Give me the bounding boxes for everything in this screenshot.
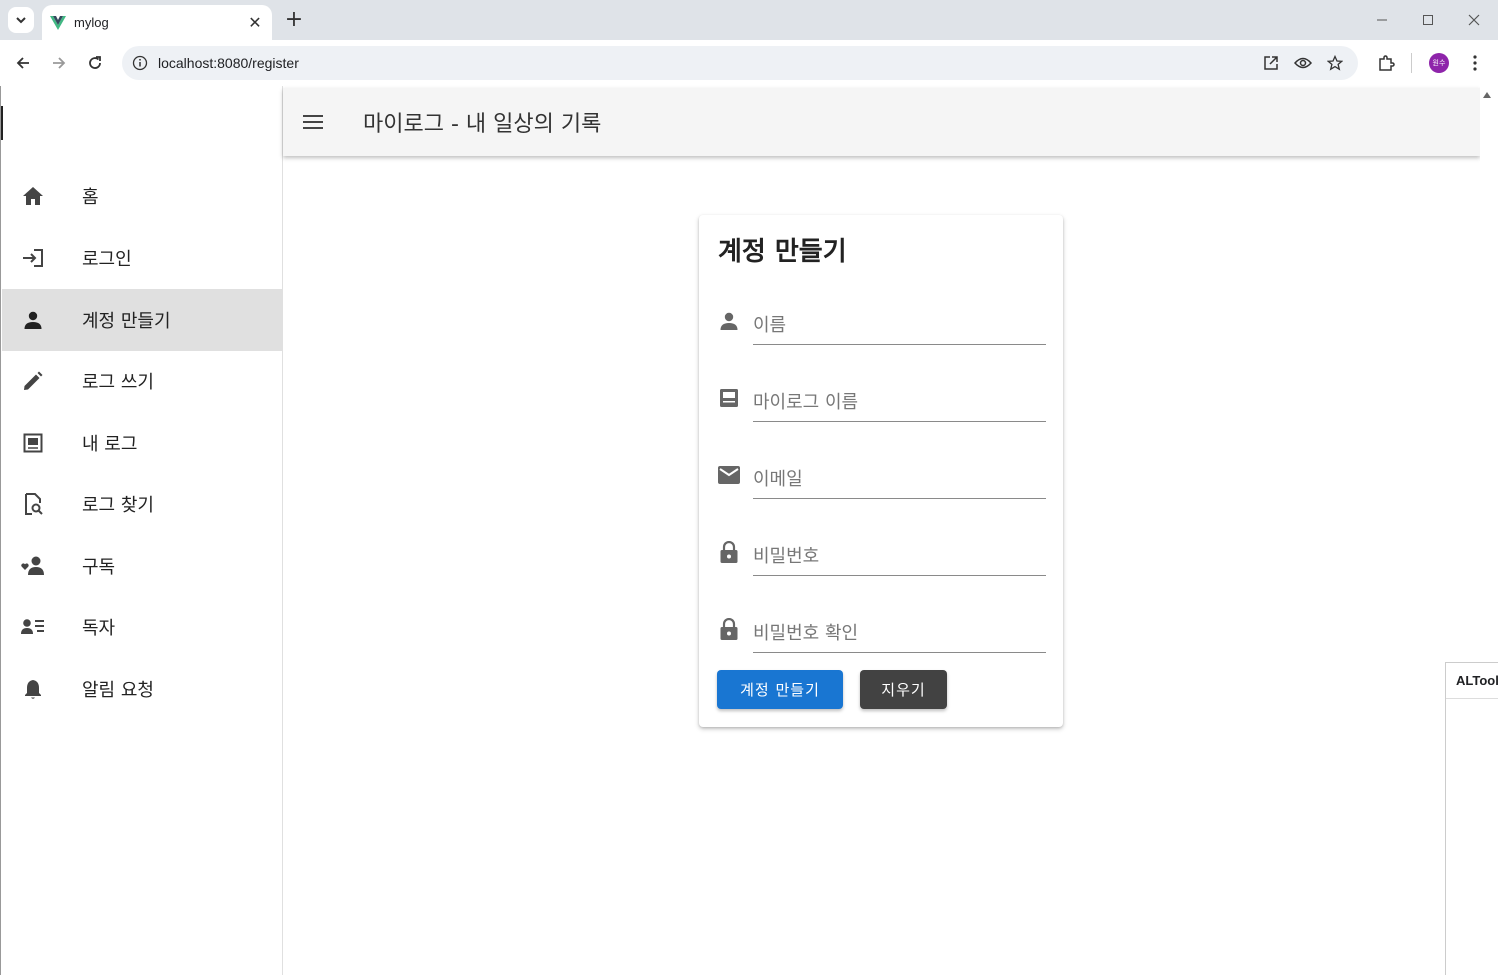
sidebar-item-home[interactable]: 홈 (2, 165, 283, 227)
sidebar-item-label: 독자 (82, 618, 116, 639)
reload-button[interactable] (83, 51, 107, 75)
url-text[interactable]: localhost:8080/register (158, 55, 299, 71)
person-icon (717, 309, 741, 333)
pencil-icon (21, 369, 45, 393)
maximize-button[interactable] (1416, 8, 1440, 32)
sidebar-item-label: 로그 쓰기 (82, 372, 154, 393)
mail-icon (717, 463, 741, 487)
tab-search-button[interactable] (8, 7, 34, 33)
maximize-icon (1423, 15, 1433, 25)
vue-logo-icon (50, 15, 66, 30)
form-title: 계정 만들기 (718, 237, 847, 267)
hamburger-menu-icon (303, 115, 323, 129)
tab-strip: mylog ✕ + (0, 0, 1498, 40)
browser-tab[interactable]: mylog ✕ (42, 5, 272, 40)
toolbar-separator (1411, 53, 1412, 73)
external-link-icon (1264, 56, 1278, 70)
sidebar-item-write-log[interactable]: 로그 쓰기 (2, 350, 283, 412)
favorite-person-icon (21, 554, 45, 578)
clear-button[interactable]: 지우기 (860, 670, 947, 709)
blog-name-input[interactable] (753, 374, 1046, 422)
close-window-button[interactable] (1462, 8, 1486, 32)
name-field (717, 297, 1047, 345)
close-icon (1468, 14, 1480, 26)
forward-button[interactable] (47, 51, 71, 75)
email-input[interactable] (753, 451, 1046, 499)
view-button[interactable] (1291, 51, 1315, 75)
sidebar-item-label: 홈 (82, 187, 99, 208)
lock-icon (717, 540, 741, 564)
bookmark-button[interactable] (1323, 51, 1347, 75)
home-icon (21, 184, 45, 208)
menu-button[interactable] (301, 110, 325, 134)
chevron-down-icon (16, 17, 26, 24)
new-tab-button[interactable]: + (282, 8, 306, 32)
sidebar-item-readers[interactable]: 독자 (2, 596, 283, 658)
star-icon (1327, 55, 1343, 71)
sidebar-item-register[interactable]: 계정 만들기 (2, 289, 283, 351)
sidebar-item-label: 구독 (82, 557, 116, 578)
puzzle-icon (1379, 55, 1395, 71)
blog-icon (717, 386, 741, 410)
create-account-button[interactable]: 계정 만들기 (717, 670, 843, 709)
app-bar: 마이로그 - 내 일상의 기록 (283, 88, 1480, 156)
sidebar-item-find-log[interactable]: 로그 찾기 (2, 473, 283, 535)
find-in-page-icon (21, 492, 45, 516)
minimize-icon (1377, 19, 1387, 21)
minimize-button[interactable] (1370, 8, 1394, 32)
name-input[interactable] (753, 297, 1046, 345)
browser-toolbar: localhost:8080/register (0, 40, 1498, 86)
eye-icon (1294, 57, 1312, 69)
sidebar-item-label: 알림 요청 (82, 680, 154, 701)
sidebar-item-label: 계정 만들기 (82, 311, 171, 332)
reload-icon (89, 56, 101, 69)
sidebar-item-login[interactable]: 로그인 (2, 227, 283, 289)
email-field (717, 451, 1047, 499)
person-icon (21, 308, 45, 332)
tab-title: mylog (74, 15, 109, 30)
site-info-icon[interactable] (132, 55, 148, 71)
blog-name-field (717, 374, 1047, 422)
open-in-app-button[interactable] (1259, 51, 1283, 75)
bell-icon (21, 677, 45, 701)
more-vertical-icon (1473, 55, 1477, 71)
password-input[interactable] (753, 528, 1046, 576)
navigation-drawer: 홈 로그인 계정 만들기 로그 쓰기 내 로그 로그 찾기 구독 독자 알림 요… (0, 86, 283, 975)
sidebar-item-label: 로그인 (82, 249, 132, 270)
sidebar-item-notifications[interactable]: 알림 요청 (2, 658, 283, 720)
browser-menu-button[interactable] (1463, 51, 1487, 75)
profile-avatar[interactable]: 원수 (1429, 53, 1449, 73)
arrow-left-icon (16, 57, 29, 69)
password-confirm-input[interactable] (753, 605, 1046, 653)
scroll-up-arrow-icon[interactable] (1483, 92, 1491, 98)
back-button[interactable] (11, 51, 35, 75)
extensions-button[interactable] (1374, 51, 1398, 75)
altools-panel: ALTools (1445, 662, 1498, 975)
page-scrollbar[interactable] (1480, 86, 1498, 661)
password-field (717, 528, 1047, 576)
person-list-icon (21, 615, 45, 639)
register-card: 계정 만들기 이름 마이로그 이름 이메일 계정 만들기 지우기 (699, 215, 1063, 727)
login-icon (21, 246, 45, 270)
sidebar-item-label: 로그 찾기 (82, 495, 154, 516)
app-root: 홈 로그인 계정 만들기 로그 쓰기 내 로그 로그 찾기 구독 독자 알림 요… (0, 86, 1498, 975)
sidebar-item-subscriptions[interactable]: 구독 (2, 535, 283, 597)
altools-title[interactable]: ALTools (1446, 663, 1498, 699)
lock-icon (717, 617, 741, 641)
arrow-right-icon (53, 57, 66, 69)
drawer-edge-mark (1, 106, 3, 140)
sidebar-item-label: 내 로그 (82, 434, 138, 455)
article-icon (21, 431, 45, 455)
tab-close-icon[interactable]: ✕ (246, 13, 264, 32)
sidebar-item-my-log[interactable]: 내 로그 (2, 412, 283, 474)
password-confirm-field (717, 605, 1047, 653)
app-title: 마이로그 - 내 일상의 기록 (363, 112, 602, 137)
address-bar[interactable]: localhost:8080/register (122, 46, 1358, 80)
